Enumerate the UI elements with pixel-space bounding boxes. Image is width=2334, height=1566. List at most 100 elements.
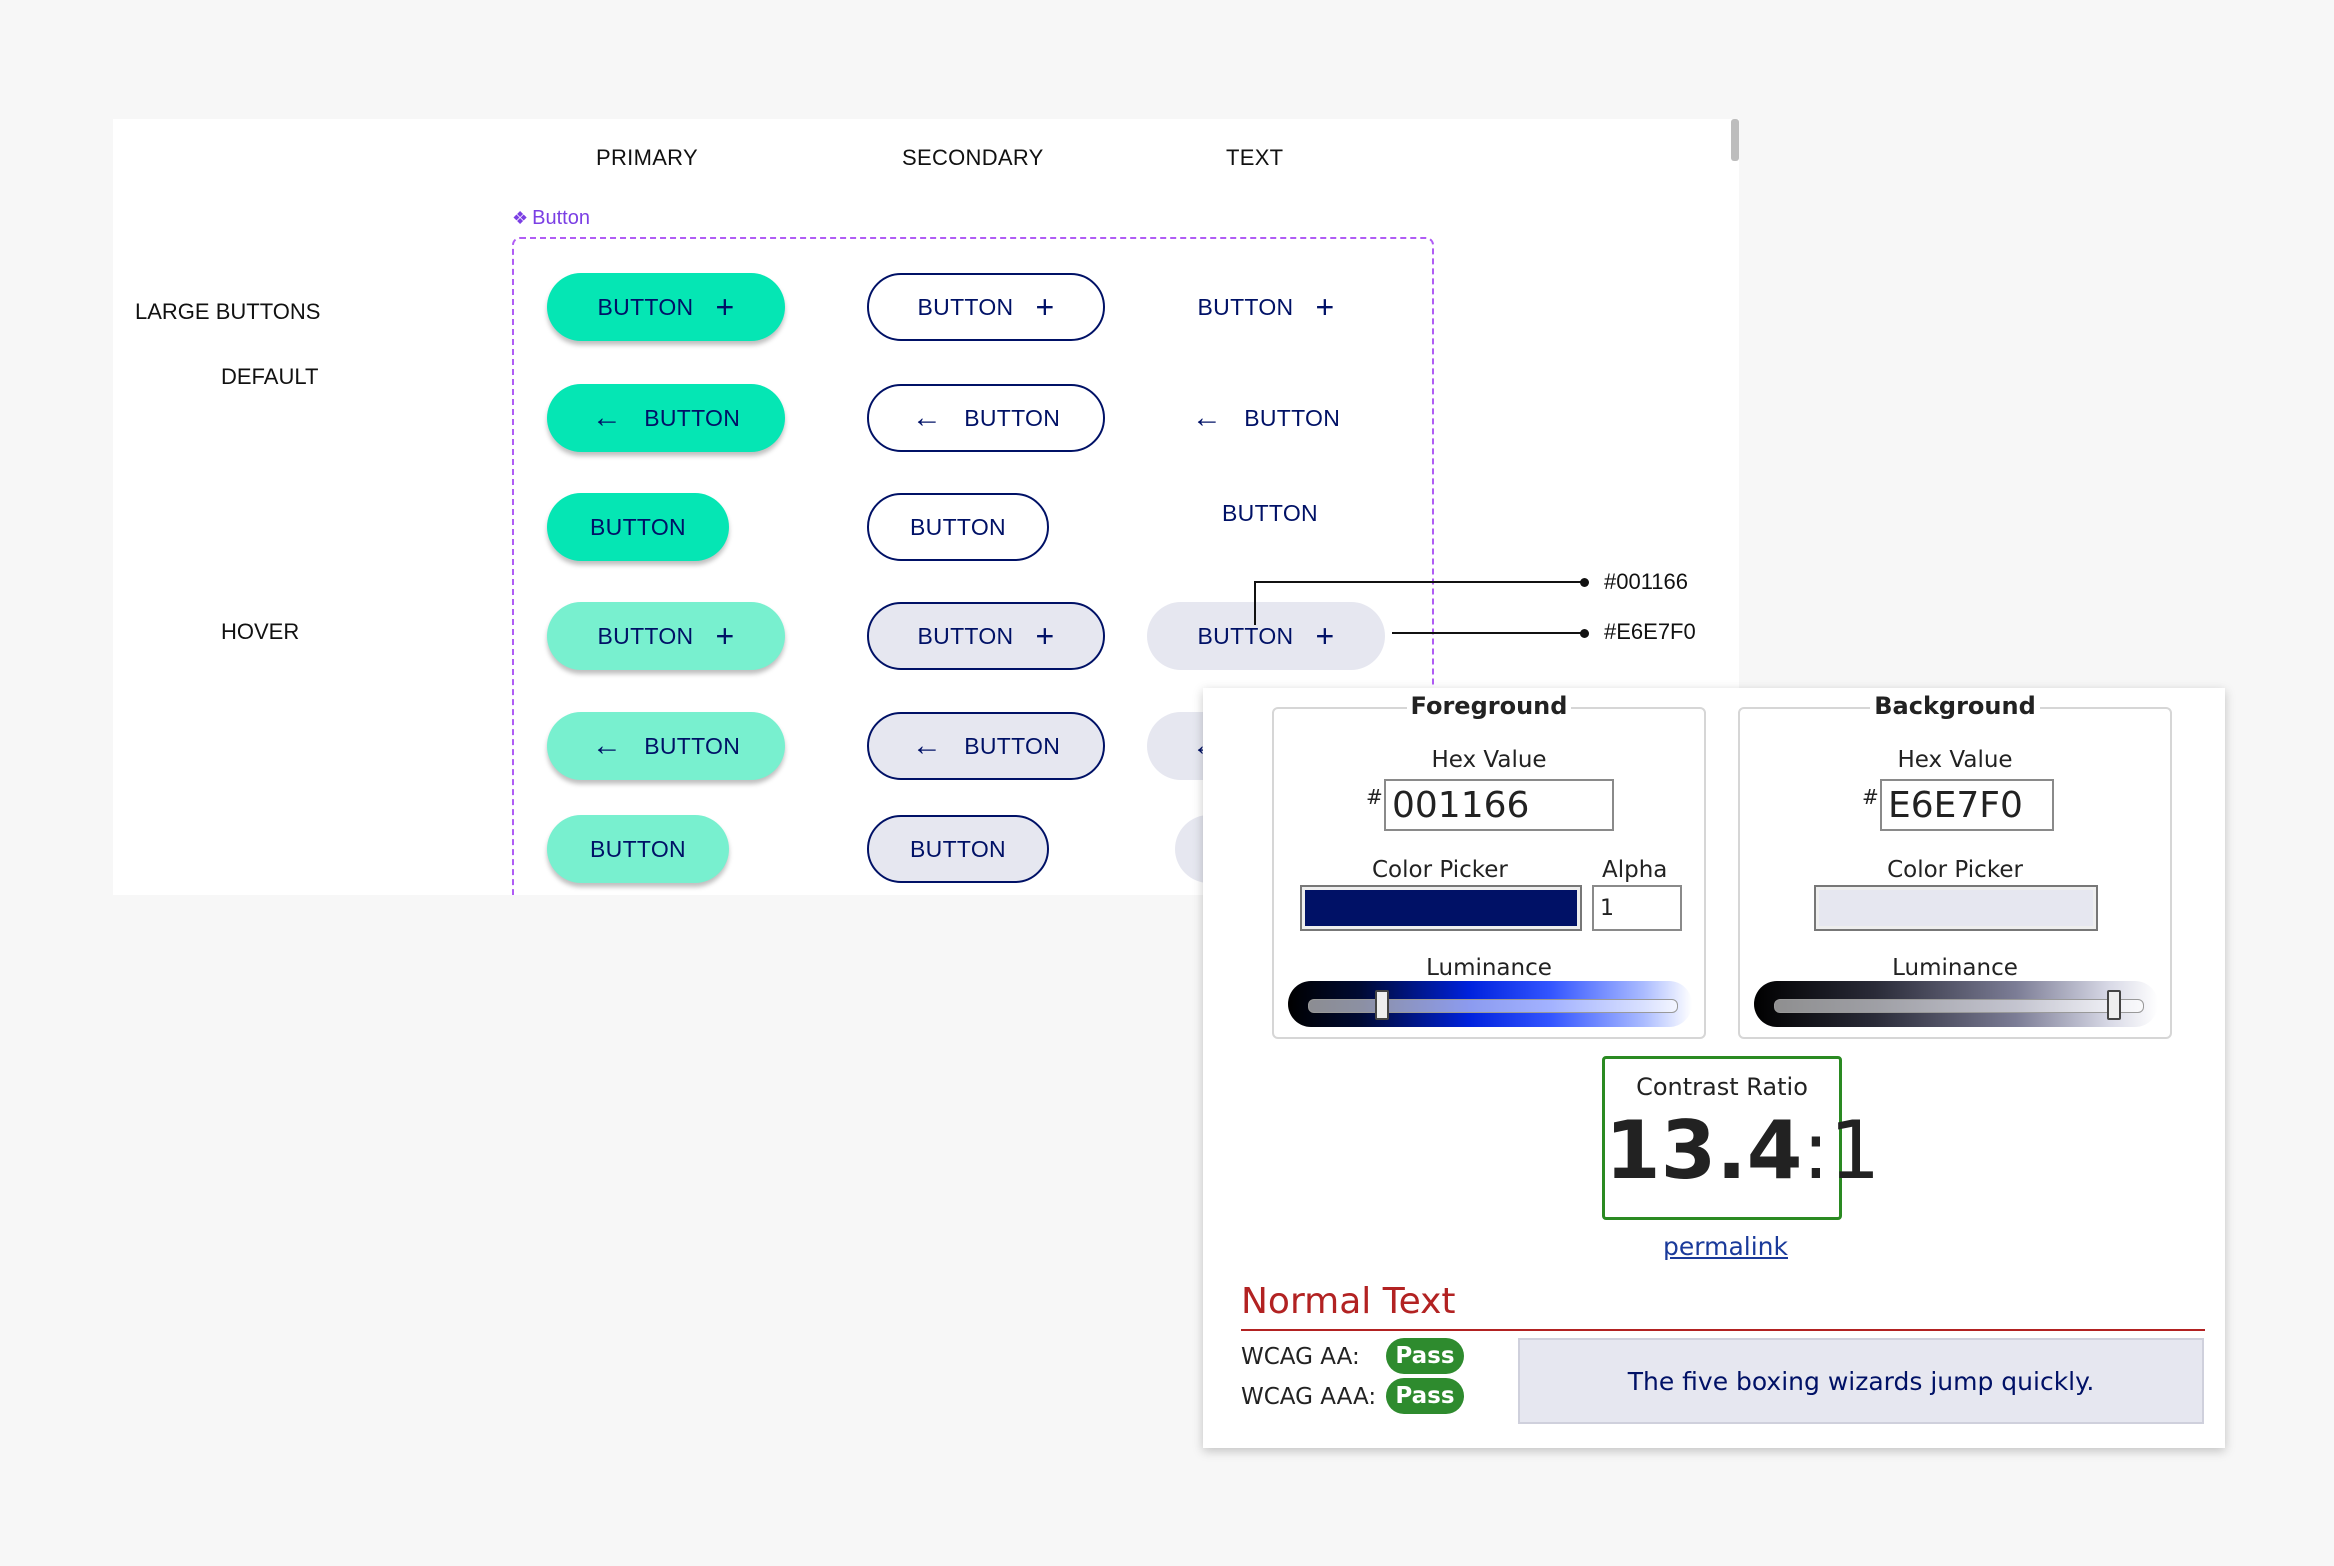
plus-icon: + [1035,289,1055,325]
text-button-arrow[interactable]: ← BUTTON [1147,384,1385,452]
wcag-aaa-pass-badge: Pass [1386,1378,1464,1414]
foreground-luminance-label: Luminance [1426,955,1552,981]
button-label: BUTTON [964,732,1061,759]
permalink-link[interactable]: permalink [1663,1232,1788,1261]
background-swatch-fill [1819,890,2093,926]
primary-button-arrow-hover[interactable]: ← BUTTON [547,712,785,780]
wcag-aaa-label: WCAG AAA: [1241,1384,1377,1410]
primary-button-hover[interactable]: BUTTON [547,815,729,883]
column-header-text: TEXT [1226,145,1284,170]
contrast-ratio-main: 13.4 [1605,1104,1803,1197]
foreground-hex-label: Hex Value [1431,747,1547,773]
background-hex-input[interactable]: E6E7F0 [1880,779,2054,831]
background-hex-label: Hex Value [1897,747,2013,773]
arrow-left-icon: ← [1191,401,1223,434]
plus-icon: + [715,289,735,325]
annotation-line-foreground-vertical [1254,581,1256,625]
row-label-hover: HOVER [221,619,300,644]
secondary-button-arrow-hover[interactable]: ← BUTTON [867,712,1105,780]
primary-button-plus-hover[interactable]: BUTTON + [547,602,785,670]
foreground-fieldset: Foreground Hex Value # 001166 Color Pick… [1272,692,1706,1039]
button-label: BUTTON [597,622,694,649]
normal-text-heading: Normal Text [1241,1281,1456,1322]
contrast-ratio-label: Contrast Ratio [1636,1073,1808,1101]
contrast-ratio-suffix: :1 [1802,1104,1881,1197]
button-label: BUTTON [1197,622,1294,649]
button-label: BUTTON [1244,404,1341,431]
foreground-luminance-slider[interactable] [1288,981,1692,1027]
annotation-line-foreground [1254,581,1585,583]
wcag-aa-pass-badge: Pass [1386,1338,1464,1374]
button-label: BUTTON [644,732,741,759]
button-label: BUTTON [1197,293,1294,320]
contrast-checker-panel: Foreground Hex Value # 001166 Color Pick… [1203,688,2225,1448]
button-label: BUTTON [597,293,694,320]
background-fieldset: Background Hex Value # E6E7F0 Color Pick… [1738,692,2172,1039]
foreground-slider-track [1308,999,1678,1013]
foreground-legend: Foreground [1406,692,1572,720]
column-header-primary: PRIMARY [596,145,698,170]
secondary-button-arrow[interactable]: ← BUTTON [867,384,1105,452]
button-label: BUTTON [910,513,1006,540]
plus-icon: + [715,618,735,654]
background-color-picker[interactable] [1814,885,2098,931]
contrast-ratio-value: 13.4:1 [1605,1111,1880,1191]
arrow-left-icon: ← [591,401,623,434]
normal-text-divider [1241,1329,2205,1331]
canvas-scrollbar[interactable] [1731,119,1739,161]
arrow-left-icon: ← [911,729,943,762]
plus-icon: + [1035,618,1055,654]
button-label: BUTTON [590,835,686,862]
foreground-slider-thumb[interactable] [1375,990,1389,1020]
sample-text-preview: The five boxing wizards jump quickly. [1518,1338,2204,1424]
wcag-aa-label: WCAG AA: [1241,1344,1360,1370]
text-button-plus-hover[interactable]: BUTTON + [1147,602,1385,670]
background-slider-track [1774,999,2144,1013]
background-luminance-slider[interactable] [1754,981,2158,1027]
foreground-color-picker[interactable] [1300,885,1582,931]
button-label: BUTTON [964,404,1061,431]
component-diamond-icon: ❖ [512,208,529,228]
secondary-button-plus[interactable]: BUTTON + [867,273,1105,341]
primary-button[interactable]: BUTTON [547,493,729,561]
button-label: BUTTON [910,835,1006,862]
button-label: BUTTON [917,293,1014,320]
secondary-button-plus-hover[interactable]: BUTTON + [867,602,1105,670]
foreground-alpha-label: Alpha [1602,857,1668,883]
foreground-hex-input[interactable]: 001166 [1384,779,1614,831]
background-color-picker-label: Color Picker [1887,857,2023,883]
annotation-dot-foreground [1580,578,1589,587]
button-label: BUTTON [917,622,1014,649]
contrast-ratio-box: Contrast Ratio 13.4:1 [1602,1056,1880,1220]
foreground-alpha-input[interactable]: 1 [1592,885,1682,931]
arrow-left-icon: ← [911,401,943,434]
arrow-left-icon: ← [591,729,623,762]
text-button[interactable]: BUTTON [1179,479,1361,547]
background-luminance-label: Luminance [1892,955,2018,981]
component-name: Button [532,207,590,229]
annotation-background-color: #E6E7F0 [1604,619,1696,644]
row-label-default: DEFAULT [221,364,319,389]
button-label: BUTTON [1222,499,1318,526]
foreground-swatch-fill [1305,890,1577,926]
button-label: BUTTON [644,404,741,431]
column-header-secondary: SECONDARY [902,145,1044,170]
primary-button-plus[interactable]: BUTTON + [547,273,785,341]
secondary-button-hover[interactable]: BUTTON [867,815,1049,883]
background-slider-thumb[interactable] [2107,990,2122,1020]
component-tag[interactable]: ❖ Button [512,207,590,230]
plus-icon: + [1315,618,1335,654]
foreground-hash: # [1366,785,1383,809]
sample-text: The five boxing wizards jump quickly. [1627,1366,2095,1396]
secondary-button[interactable]: BUTTON [867,493,1049,561]
text-button-plus[interactable]: BUTTON + [1147,273,1385,341]
annotation-line-background [1392,632,1585,634]
primary-button-arrow[interactable]: ← BUTTON [547,384,785,452]
annotation-foreground-color: #001166 [1604,569,1689,594]
button-label: BUTTON [590,513,686,540]
background-hash: # [1862,785,1879,809]
plus-icon: + [1315,289,1335,325]
row-label-large-buttons: LARGE BUTTONS [135,299,321,324]
background-legend: Background [1870,692,2040,720]
annotation-dot-background [1580,629,1589,638]
